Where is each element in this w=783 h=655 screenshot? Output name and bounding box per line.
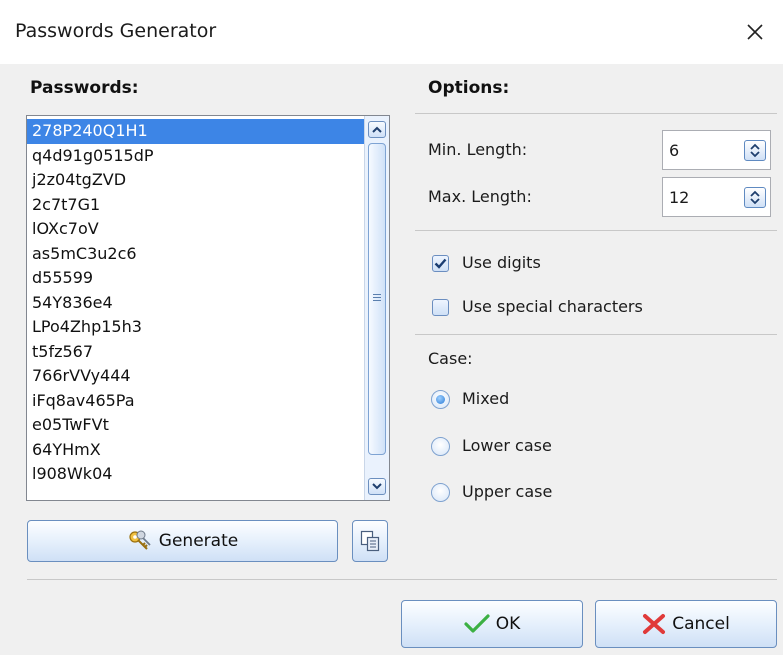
- password-list-item[interactable]: 54Y836e4: [27, 291, 365, 316]
- close-icon: [747, 24, 763, 40]
- ok-button-label: OK: [495, 614, 521, 634]
- scroll-thumb[interactable]: [368, 143, 386, 455]
- scroll-down-button[interactable]: [368, 478, 386, 495]
- cancel-button[interactable]: Cancel: [595, 600, 777, 648]
- scroll-up-button[interactable]: [368, 121, 386, 138]
- use-special-characters-label[interactable]: Use special characters: [462, 297, 643, 316]
- password-list-item[interactable]: lOXc7oV: [27, 217, 365, 242]
- case-lower-radio[interactable]: [431, 437, 450, 456]
- passwords-list-items: 278P240Q1H1 q4d91g0515dP j2z04tgZVD 2c7t7G1…: [27, 119, 365, 487]
- min-length-label: Min. Length:: [428, 140, 528, 159]
- case-upper-label[interactable]: Upper case: [462, 482, 552, 501]
- min-length-value: 6: [669, 141, 680, 160]
- use-special-characters-checkbox[interactable]: [432, 299, 449, 316]
- case-mixed-label[interactable]: Mixed: [462, 389, 509, 408]
- window-title: Passwords Generator: [15, 20, 217, 42]
- close-button[interactable]: [737, 14, 773, 50]
- divider: [415, 334, 777, 335]
- case-mixed-radio[interactable]: [431, 390, 450, 409]
- grip-line: [373, 297, 381, 298]
- max-length-spinner[interactable]: 12: [662, 177, 771, 217]
- chevron-up-icon: [372, 126, 382, 133]
- list-scrollbar[interactable]: [364, 116, 389, 500]
- password-list-item[interactable]: 766rVVy444: [27, 364, 365, 389]
- password-list-item[interactable]: l908Wk04: [27, 462, 365, 487]
- x-icon: [642, 613, 666, 635]
- divider: [415, 230, 777, 231]
- min-length-spinner[interactable]: 6: [662, 130, 771, 170]
- footer-divider: [27, 579, 777, 580]
- up-down-arrows-icon: [750, 143, 760, 158]
- up-down-arrows-icon: [750, 190, 760, 205]
- divider: [415, 113, 777, 114]
- use-digits-label[interactable]: Use digits: [462, 253, 541, 272]
- passwords-heading: Passwords:: [30, 78, 139, 98]
- password-list-item[interactable]: q4d91g0515dP: [27, 144, 365, 169]
- chevron-down-icon: [372, 483, 382, 490]
- radio-selected-dot: [436, 395, 445, 404]
- use-digits-checkbox[interactable]: [432, 255, 449, 272]
- password-list-item[interactable]: 2c7t7G1: [27, 193, 365, 218]
- ok-button[interactable]: OK: [401, 600, 583, 648]
- copy-button[interactable]: [352, 520, 388, 562]
- password-list-item[interactable]: j2z04tgZVD: [27, 168, 365, 193]
- min-length-spin-button[interactable]: [744, 140, 766, 161]
- password-list-item[interactable]: 278P240Q1H1: [27, 119, 365, 144]
- case-lower-label[interactable]: Lower case: [462, 436, 552, 455]
- cancel-button-label: Cancel: [672, 614, 730, 634]
- password-list-item[interactable]: 64YHmX: [27, 438, 365, 463]
- grip-line: [373, 294, 381, 295]
- password-list-item[interactable]: as5mC3u2c6: [27, 242, 365, 267]
- case-label: Case:: [428, 349, 473, 368]
- password-list-item[interactable]: e05TwFVt: [27, 413, 365, 438]
- keys-icon: [127, 529, 153, 553]
- passwords-list[interactable]: 278P240Q1H1 q4d91g0515dP j2z04tgZVD 2c7t7G1…: [26, 115, 390, 501]
- password-list-item[interactable]: t5fz567: [27, 340, 365, 365]
- copy-icon: [360, 530, 380, 552]
- generate-button[interactable]: Generate: [27, 520, 338, 562]
- checkmark-icon: [434, 258, 447, 269]
- password-generator-dialog: Passwords Generator Passwords: 278P240Q1…: [0, 0, 783, 655]
- password-list-item[interactable]: iFq8av465Pa: [27, 389, 365, 414]
- max-length-spin-button[interactable]: [744, 187, 766, 208]
- max-length-value: 12: [669, 188, 690, 207]
- password-list-item[interactable]: LPo4Zhp15h3: [27, 315, 365, 340]
- options-heading: Options:: [428, 78, 510, 98]
- grip-line: [373, 300, 381, 301]
- title-bar: Passwords Generator: [0, 0, 783, 64]
- generate-button-label: Generate: [158, 531, 239, 551]
- max-length-label: Max. Length:: [428, 187, 532, 206]
- check-icon: [464, 614, 490, 634]
- case-upper-radio[interactable]: [431, 483, 450, 502]
- password-list-item[interactable]: d55599: [27, 266, 365, 291]
